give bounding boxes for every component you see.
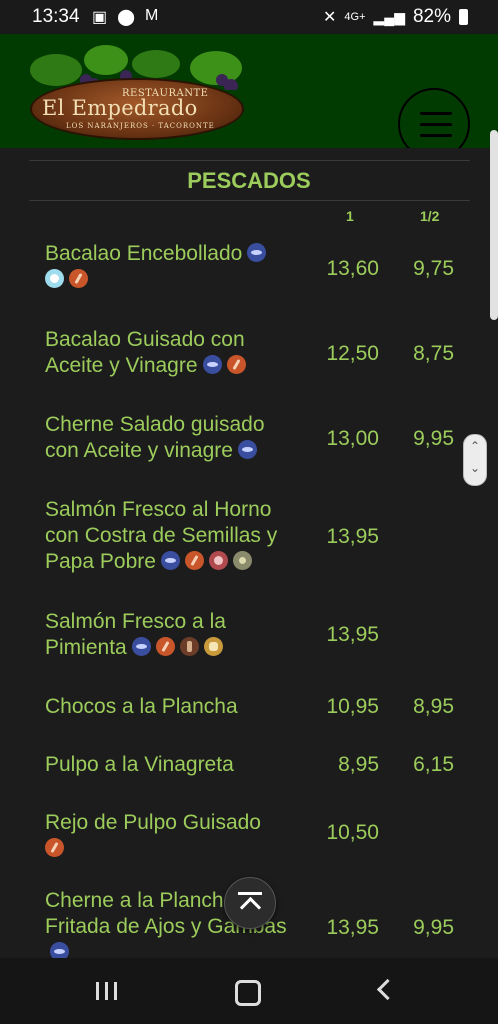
price-full: 13,95 (326, 916, 379, 939)
price-half: 9,95 (413, 916, 454, 939)
menu-item-name: Pulpo a la Vinagreta (45, 753, 234, 776)
page-scrollbar[interactable] (490, 130, 498, 320)
fish-allergen-icon (50, 942, 69, 958)
status-time: 13:34 (32, 6, 80, 27)
mail-icon: M (145, 7, 159, 24)
fish-allergen-icon (160, 551, 180, 570)
fish-allergen-icon (202, 355, 222, 374)
system-nav-bar (0, 958, 498, 1024)
logo-name: El Empedrado (42, 96, 198, 120)
fish-allergen-icon (237, 440, 257, 459)
site-header: RESTAURANTE El Empedrado LOS NARANJEROS … (0, 34, 498, 160)
logo-subtitle: LOS NARANJEROS · TACORONTE (66, 122, 215, 130)
fish-allergen-icon (131, 637, 151, 656)
price-half: 8,75 (413, 342, 454, 365)
back-icon[interactable] (376, 978, 399, 1001)
mustard-allergen-icon (232, 551, 252, 570)
gluten-allergen-icon (226, 355, 246, 374)
home-icon[interactable] (235, 980, 261, 1006)
fish-allergen-icon (247, 243, 267, 262)
divider (29, 160, 470, 161)
battery-label: 82% (412, 6, 451, 27)
price-half: 9,95 (413, 427, 454, 450)
price-full: 10,95 (326, 695, 379, 718)
menu-item-name: Salmón Fresco al Horno con Costra de Sem… (45, 498, 278, 573)
price-full: 13,00 (326, 427, 379, 450)
menu-item-name: Cherne Salado guisado con Aceite y vinag… (45, 413, 265, 462)
sesame-allergen-icon (208, 551, 228, 570)
price-full: 13,60 (326, 257, 379, 280)
price-half: 9,75 (413, 257, 454, 280)
column-header-full: 1 (346, 208, 354, 224)
gluten-allergen-icon (45, 838, 64, 857)
menu-item-name: Rejo de Pulpo Guisado (45, 810, 295, 862)
price-full: 8,95 (338, 753, 379, 776)
gluten-allergen-icon (184, 551, 204, 570)
price-full: 13,95 (326, 525, 379, 548)
shellfish-allergen-icon (45, 269, 64, 288)
notification-icons: ▣ ⬤ M (92, 7, 158, 27)
signal-icon: ▂▄▆ (373, 8, 405, 25)
menu-item-name: Bacalao Encebollado (45, 241, 295, 293)
status-right: ✕ 4G+ ▂▄▆ 82% (323, 6, 468, 28)
image-icon: ▣ (92, 9, 108, 26)
gluten-allergen-icon (155, 637, 175, 656)
battery-icon (459, 9, 468, 25)
back-to-top-button[interactable] (224, 877, 276, 929)
hamburger-icon (420, 112, 452, 115)
recent-apps-icon[interactable] (96, 982, 118, 1000)
scroll-arrows-control[interactable]: ⌃ ⌄ (463, 434, 487, 486)
location-icon: ⬤ (117, 9, 136, 26)
chevron-up-icon: ⌃ (469, 439, 481, 453)
status-bar: 13:34 ▣ ⬤ M ✕ 4G+ ▂▄▆ 82% (0, 0, 498, 34)
price-full: 13,95 (326, 623, 379, 646)
price-half: 6,15 (413, 753, 454, 776)
price-full: 10,50 (326, 821, 379, 844)
menu-item-name: Bacalao Guisado con Aceite y Vinagre (45, 328, 246, 377)
gluten-allergen-icon (69, 269, 88, 288)
mute-icon: ✕ (323, 9, 337, 26)
section-title: PESCADOS (187, 168, 311, 193)
chevron-down-icon: ⌄ (469, 461, 481, 475)
menu-item-name: Chocos a la Plancha (45, 695, 238, 718)
price-half: 8,95 (413, 695, 454, 718)
menu-item-name: Salmón Fresco a la Pimienta (45, 610, 226, 659)
sulfite-allergen-icon (179, 637, 199, 656)
network-label: 4G+ (344, 11, 366, 23)
dairy-allergen-icon (203, 637, 223, 656)
restaurant-logo[interactable]: RESTAURANTE El Empedrado LOS NARANJEROS … (26, 40, 252, 140)
menu-content: PESCADOS 1 1/2 Bacalao Encebollado 13,60… (0, 148, 498, 958)
price-full: 12,50 (326, 342, 379, 365)
divider (29, 200, 470, 201)
column-header-half: 1/2 (420, 208, 440, 224)
